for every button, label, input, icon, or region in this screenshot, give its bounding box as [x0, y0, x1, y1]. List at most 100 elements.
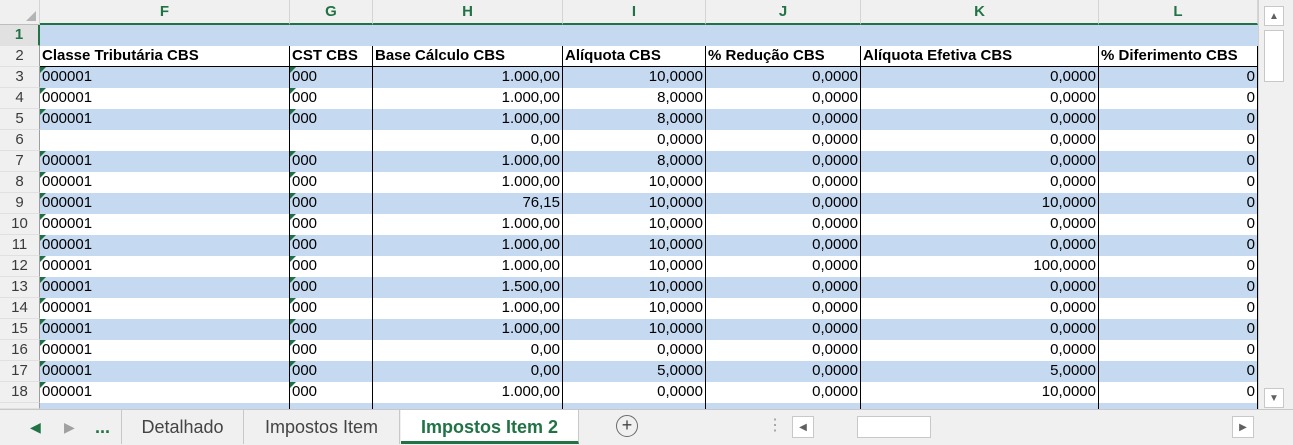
number-as-text-indicator-icon[interactable]: [290, 319, 296, 325]
row-header-16[interactable]: 16: [0, 340, 40, 361]
blank-row-band[interactable]: [40, 25, 1258, 46]
previous-sheet-icon[interactable]: ◀: [30, 410, 41, 444]
number-as-text-indicator-icon[interactable]: [40, 298, 46, 304]
number-as-text-indicator-icon[interactable]: [40, 361, 46, 367]
row-header-1[interactable]: 1: [0, 25, 40, 46]
data-cell[interactable]: 0: [1099, 109, 1258, 130]
row-header-18[interactable]: 18: [0, 382, 40, 403]
data-cell[interactable]: 0,0000: [861, 172, 1099, 193]
data-cell[interactable]: 0,0000: [706, 361, 861, 382]
data-cell[interactable]: 1.000,00: [373, 151, 563, 172]
number-as-text-indicator-icon[interactable]: [290, 361, 296, 367]
data-cell[interactable]: 0,0000: [861, 109, 1099, 130]
spreadsheet-grid[interactable]: F G H I J K L 1 2 Classe Tributária CBS CST CBS Bas…: [0, 0, 1258, 409]
number-as-text-indicator-icon[interactable]: [40, 109, 46, 115]
column-header-l[interactable]: L: [1099, 0, 1258, 25]
data-cell[interactable]: 0: [1099, 88, 1258, 109]
vertical-scroll-thumb[interactable]: [1264, 30, 1284, 82]
data-cell[interactable]: 0,0000: [861, 319, 1099, 340]
data-cell[interactable]: 0,0000: [861, 67, 1099, 88]
row-header-11[interactable]: 11: [0, 235, 40, 256]
data-cell[interactable]: 1.000,00: [373, 88, 563, 109]
data-cell[interactable]: 000: [290, 361, 373, 382]
number-as-text-indicator-icon[interactable]: [290, 193, 296, 199]
header-cell[interactable]: Alíquota Efetiva CBS: [861, 46, 1099, 67]
data-cell[interactable]: 000: [290, 382, 373, 403]
data-cell[interactable]: 0,0000: [706, 109, 861, 130]
horizontal-scroll-thumb[interactable]: [857, 416, 931, 438]
horizontal-scrollbar[interactable]: ◀ ▶: [790, 414, 1256, 440]
number-as-text-indicator-icon[interactable]: [290, 67, 296, 73]
data-cell[interactable]: 8,0000: [563, 109, 706, 130]
tab-detalhado[interactable]: Detalhado: [122, 410, 244, 444]
split-handle-icon[interactable]: ⋮: [767, 415, 783, 437]
number-as-text-indicator-icon[interactable]: [40, 256, 46, 262]
data-cell[interactable]: 0,0000: [861, 151, 1099, 172]
data-cell[interactable]: 1.000,00: [373, 109, 563, 130]
number-as-text-indicator-icon[interactable]: [40, 67, 46, 73]
data-cell[interactable]: 000001: [40, 277, 290, 298]
data-cell[interactable]: 0,00: [373, 130, 563, 151]
data-cell[interactable]: 000001: [40, 382, 290, 403]
data-cell[interactable]: 10,0000: [563, 235, 706, 256]
data-cell[interactable]: 0: [1099, 67, 1258, 88]
data-cell[interactable]: 10,0000: [563, 256, 706, 277]
data-cell[interactable]: 1.500,00: [373, 277, 563, 298]
row-header-4[interactable]: 4: [0, 88, 40, 109]
data-cell[interactable]: 0: [1099, 340, 1258, 361]
data-cell[interactable]: 000001: [40, 361, 290, 382]
data-cell[interactable]: 000001: [40, 193, 290, 214]
data-cell[interactable]: 0,0000: [706, 382, 861, 403]
scroll-down-button[interactable]: ▼: [1264, 388, 1284, 408]
data-cell[interactable]: 0,0000: [861, 214, 1099, 235]
data-cell[interactable]: 000001: [40, 214, 290, 235]
row-header-7[interactable]: 7: [0, 151, 40, 172]
column-header-i[interactable]: I: [563, 0, 706, 25]
data-cell[interactable]: 000001: [40, 88, 290, 109]
data-cell[interactable]: 0,0000: [706, 214, 861, 235]
data-cell[interactable]: 000: [290, 298, 373, 319]
data-cell[interactable]: 0,0000: [861, 298, 1099, 319]
data-cell[interactable]: 10,0000: [563, 193, 706, 214]
row-header-8[interactable]: 8: [0, 172, 40, 193]
data-cell[interactable]: 0: [1099, 256, 1258, 277]
data-cell[interactable]: 000: [290, 235, 373, 256]
data-cell[interactable]: 000: [290, 340, 373, 361]
number-as-text-indicator-icon[interactable]: [290, 172, 296, 178]
number-as-text-indicator-icon[interactable]: [290, 298, 296, 304]
data-cell[interactable]: 000: [290, 172, 373, 193]
data-cell[interactable]: 0,0000: [563, 130, 706, 151]
number-as-text-indicator-icon[interactable]: [290, 109, 296, 115]
row-header-5[interactable]: 5: [0, 109, 40, 130]
data-cell[interactable]: 1.000,00: [373, 214, 563, 235]
row-header-13[interactable]: 13: [0, 277, 40, 298]
tab-impostos-item[interactable]: Impostos Item: [244, 410, 400, 444]
row-header-12[interactable]: 12: [0, 256, 40, 277]
data-cell[interactable]: 000: [290, 193, 373, 214]
data-cell[interactable]: 000: [290, 277, 373, 298]
row-header-2[interactable]: 2: [0, 46, 40, 67]
data-cell[interactable]: 000: [290, 319, 373, 340]
number-as-text-indicator-icon[interactable]: [40, 193, 46, 199]
data-cell[interactable]: 0,0000: [706, 319, 861, 340]
row-header-6[interactable]: 6: [0, 130, 40, 151]
data-cell[interactable]: 000001: [40, 319, 290, 340]
vertical-scrollbar[interactable]: ▲ ▼: [1258, 0, 1293, 409]
data-cell[interactable]: 1.000,00: [373, 256, 563, 277]
number-as-text-indicator-icon[interactable]: [290, 340, 296, 346]
data-cell[interactable]: 000001: [40, 256, 290, 277]
tab-impostos-item-2[interactable]: Impostos Item 2: [401, 410, 579, 444]
data-cell[interactable]: 000: [290, 214, 373, 235]
data-cell[interactable]: 5,0000: [563, 361, 706, 382]
data-cell[interactable]: 0: [1099, 235, 1258, 256]
data-cell[interactable]: [40, 130, 290, 151]
data-cell[interactable]: 0,0000: [861, 235, 1099, 256]
scroll-right-button[interactable]: ▶: [1232, 416, 1254, 438]
column-header-h[interactable]: H: [373, 0, 563, 25]
number-as-text-indicator-icon[interactable]: [40, 235, 46, 241]
data-cell[interactable]: 0: [1099, 214, 1258, 235]
data-cell[interactable]: 10,0000: [861, 193, 1099, 214]
data-cell[interactable]: 0,0000: [861, 277, 1099, 298]
data-cell[interactable]: 0: [1099, 277, 1258, 298]
data-cell[interactable]: 000001: [40, 67, 290, 88]
